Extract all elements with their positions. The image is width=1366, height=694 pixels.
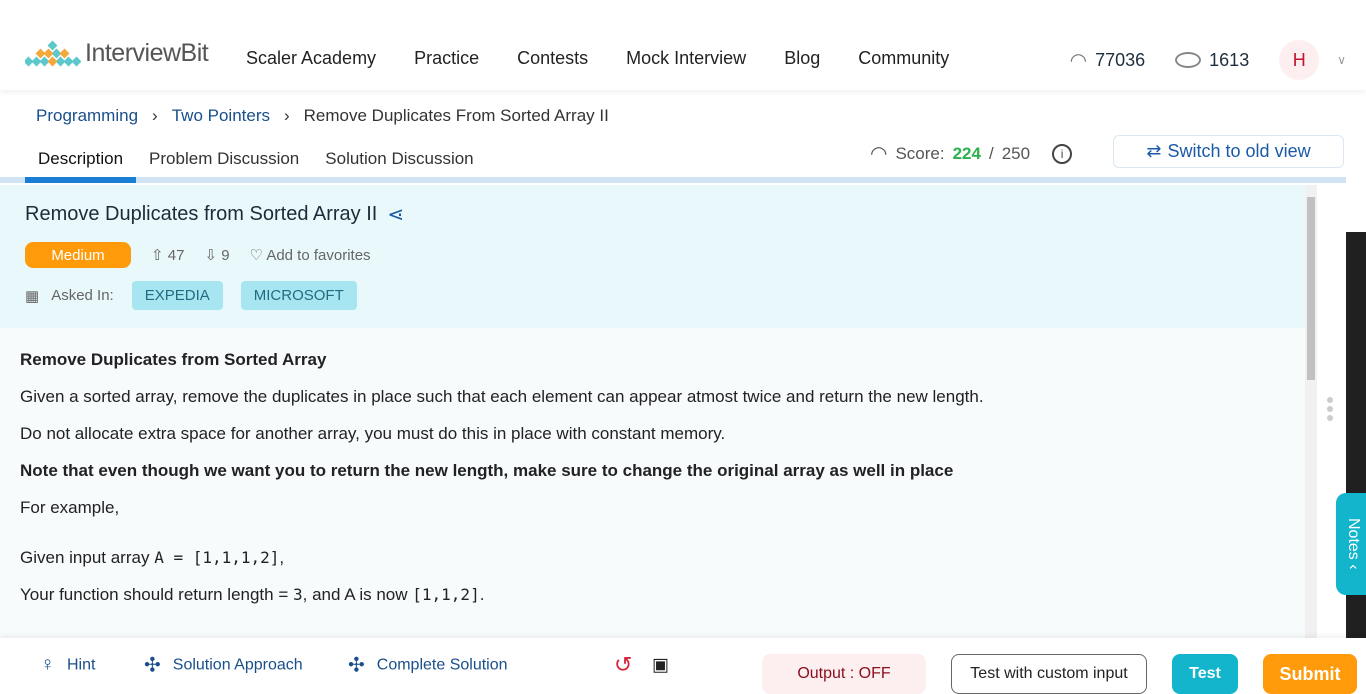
info-icon[interactable]: i <box>1052 143 1073 164</box>
example-input: Given input array A = [1,1,1,2], <box>20 548 285 567</box>
description-heading: Remove Duplicates from Sorted Array <box>20 350 327 369</box>
problem-title: Remove Duplicates from Sorted Array II <box>25 203 378 225</box>
breadcrumb-programming[interactable]: Programming <box>36 106 138 126</box>
problem-description: Remove Duplicates from Sorted Array Give… <box>0 328 1305 638</box>
chevron-right-icon: › <box>152 106 158 125</box>
nav-scaler-academy[interactable]: Scaler Academy <box>246 48 376 69</box>
description-paragraph: For example, <box>20 498 120 517</box>
nav-contests[interactable]: Contests <box>517 48 588 69</box>
notes-tab[interactable]: Notes ‹ <box>1336 493 1366 595</box>
building-icon: ▦ <box>25 287 40 305</box>
breadcrumb-two-pointers[interactable]: Two Pointers <box>172 106 270 126</box>
nav-blog[interactable]: Blog <box>784 48 820 69</box>
add-to-favorites-button[interactable]: ♡ Add to favorites <box>250 246 371 264</box>
save-icon[interactable]: ▣ <box>652 655 669 676</box>
speed-score[interactable]: ◠ 77036 <box>1070 48 1146 73</box>
arrow-up-icon: ⇧ <box>151 247 164 264</box>
resize-handle[interactable] <box>1327 397 1333 421</box>
difficulty-badge: Medium <box>25 242 131 268</box>
asked-in-label: Asked In: <box>51 287 114 304</box>
chevron-down-icon[interactable]: ∨ <box>1337 53 1346 67</box>
score: ◠ Score: 224 / 250 i <box>870 141 1073 166</box>
avatar[interactable]: H <box>1279 40 1320 80</box>
coins[interactable]: 1613 <box>1175 50 1249 71</box>
speedometer-icon: ◠ <box>870 143 888 165</box>
nav-mock-interview[interactable]: Mock Interview <box>626 48 746 69</box>
arrow-down-icon: ⇩ <box>204 247 218 264</box>
solution-approach-button[interactable]: ✣ Solution Approach <box>144 653 303 678</box>
nav-community[interactable]: Community <box>858 48 949 69</box>
complete-solution-button[interactable]: ✣ Complete Solution <box>348 653 508 678</box>
speedometer-icon: ◠ <box>1069 49 1088 72</box>
chevron-right-icon: › <box>283 106 290 125</box>
description-paragraph: Do not allocate extra space for another … <box>20 424 726 443</box>
description-note: Note that even though we want you to ret… <box>20 461 954 480</box>
puzzle-icon: ✣ <box>144 654 161 677</box>
description-paragraph: Given a sorted array, remove the duplica… <box>20 387 984 406</box>
top-navbar: InterviewBit Scaler Academy Practice Con… <box>0 28 1366 90</box>
test-button[interactable]: Test <box>1172 654 1238 694</box>
output-toggle[interactable]: Output : OFF <box>762 654 926 694</box>
switch-to-old-view-button[interactable]: ⇄ Switch to old view <box>1113 135 1344 168</box>
company-tag[interactable]: EXPEDIA <box>131 281 223 310</box>
problem-header: Remove Duplicates from Sorted Array II ⋖ … <box>0 185 1305 328</box>
logo[interactable]: InterviewBit <box>25 36 209 70</box>
logo-text: InterviewBit <box>85 38 209 67</box>
tab-solution-discussion[interactable]: Solution Discussion <box>312 149 486 183</box>
downvote-button[interactable]: ⇩ 9 <box>204 246 229 264</box>
bottom-toolbar: ♀ Hint ✣ Solution Approach ✣ Complete Solut… <box>0 638 1366 694</box>
tab-description[interactable]: Description <box>25 149 137 183</box>
logo-icon <box>25 40 81 67</box>
coin-icon <box>1175 52 1202 68</box>
puzzle-icon: ✣ <box>348 654 365 677</box>
share-icon[interactable]: ⋖ <box>387 202 404 227</box>
hint-button[interactable]: ♀ Hint <box>40 654 95 677</box>
breadcrumb-current: Remove Duplicates From Sorted Array II <box>303 106 609 125</box>
scrollbar-thumb[interactable] <box>1307 197 1315 380</box>
example-output: Your function should return length = 3, … <box>20 585 485 604</box>
tab-problem-discussion[interactable]: Problem Discussion <box>136 149 312 183</box>
scrollbar[interactable] <box>1305 185 1317 638</box>
lightbulb-icon: ♀ <box>40 653 55 676</box>
nav-practice[interactable]: Practice <box>414 48 479 69</box>
breadcrumb: Programming › Two Pointers › Remove Duplic… <box>36 106 609 126</box>
submit-button[interactable]: Submit <box>1263 654 1357 694</box>
heart-icon: ♡ <box>249 247 263 264</box>
test-custom-input-button[interactable]: Test with custom input <box>951 654 1147 694</box>
upvote-button[interactable]: ⇧ 47 <box>151 246 184 264</box>
reset-icon[interactable]: ↺ <box>614 652 632 678</box>
company-tag[interactable]: MICROSOFT <box>240 281 357 310</box>
swap-icon: ⇄ <box>1146 141 1162 161</box>
